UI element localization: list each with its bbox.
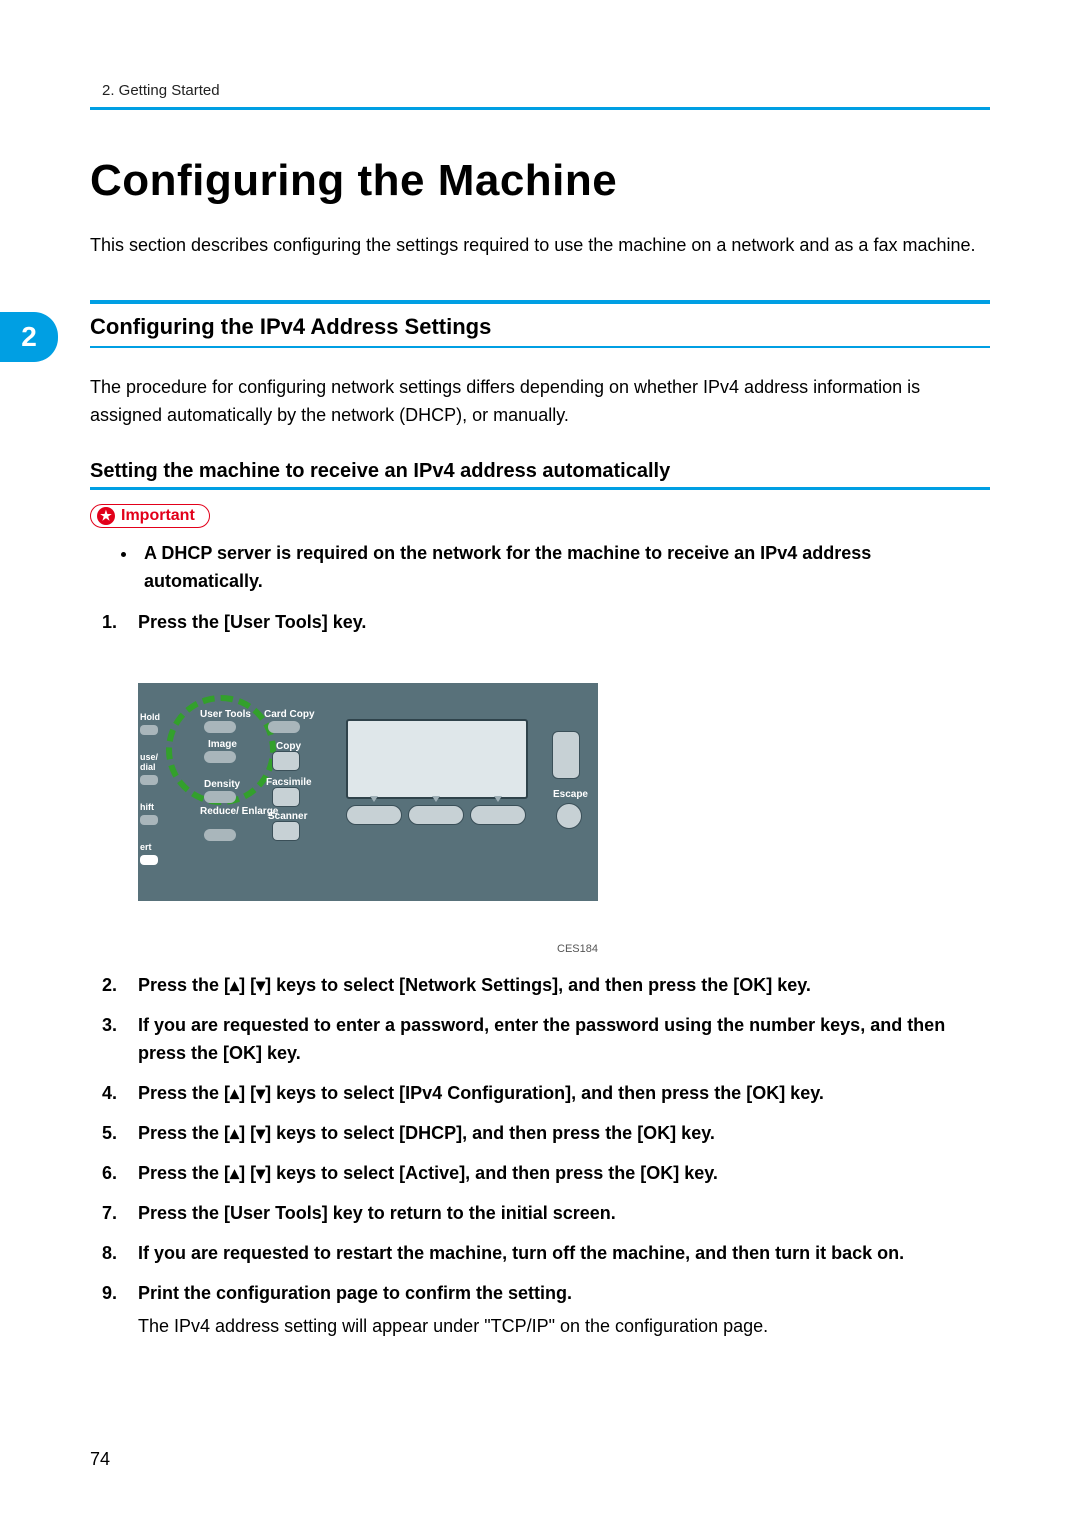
step-9: Print the configuration page to confirm … bbox=[130, 1280, 990, 1342]
panel-speaker bbox=[552, 731, 580, 779]
panel-escape-button bbox=[556, 803, 582, 829]
step-1: Press the [User Tools] key. User Tools I… bbox=[130, 609, 990, 958]
panel-label-escape: Escape bbox=[553, 787, 588, 803]
running-head: 2. Getting Started bbox=[102, 82, 990, 99]
chapter-tab: 2 bbox=[0, 312, 58, 362]
section-heading-ipv4: Configuring the IPv4 Address Settings bbox=[90, 300, 990, 340]
important-label: Important bbox=[121, 507, 195, 525]
panel-lcd-screen bbox=[346, 719, 528, 799]
panel-softkey bbox=[408, 805, 464, 825]
subsection-heading-dhcp: Setting the machine to receive an IPv4 a… bbox=[90, 460, 990, 483]
page-number: 74 bbox=[90, 1449, 110, 1470]
step-4: Press the [▴] [▾] keys to select [IPv4 C… bbox=[130, 1080, 990, 1108]
step-5: Press the [▴] [▾] keys to select [DHCP],… bbox=[130, 1120, 990, 1148]
important-bullet: A DHCP server is required on the network… bbox=[138, 540, 990, 596]
star-icon: ★ bbox=[97, 507, 115, 525]
illustration-code: CES184 bbox=[138, 941, 598, 958]
panel-softkey bbox=[470, 805, 526, 825]
step-9-sub: The IPv4 address setting will appear und… bbox=[138, 1313, 990, 1341]
step-6: Press the [▴] [▾] keys to select [Active… bbox=[130, 1160, 990, 1188]
step-3: If you are requested to enter a password… bbox=[130, 1012, 990, 1068]
section-underline bbox=[90, 346, 990, 348]
important-badge: ★ Important bbox=[90, 504, 210, 528]
panel-softkey bbox=[346, 805, 402, 825]
intro-paragraph: This section describes configuring the s… bbox=[90, 232, 990, 260]
step-9-text: Print the configuration page to confirm … bbox=[138, 1283, 572, 1303]
step-8: If you are requested to restart the mach… bbox=[130, 1240, 990, 1268]
header-rule bbox=[90, 107, 990, 110]
section-body: The procedure for configuring network se… bbox=[90, 374, 990, 430]
subsection-underline bbox=[90, 487, 990, 490]
panel-label-reduce-enlarge: Reduce/ Enlarge bbox=[200, 807, 278, 817]
step-7: Press the [User Tools] key to return to … bbox=[130, 1200, 990, 1228]
control-panel-illustration: User Tools Image Card Copy Copy Facsimil… bbox=[138, 647, 598, 937]
step-2: Press the [▴] [▾] keys to select [Networ… bbox=[130, 972, 990, 1000]
step-1-text: Press the [User Tools] key. bbox=[138, 612, 366, 632]
page-title: Configuring the Machine bbox=[90, 156, 990, 206]
